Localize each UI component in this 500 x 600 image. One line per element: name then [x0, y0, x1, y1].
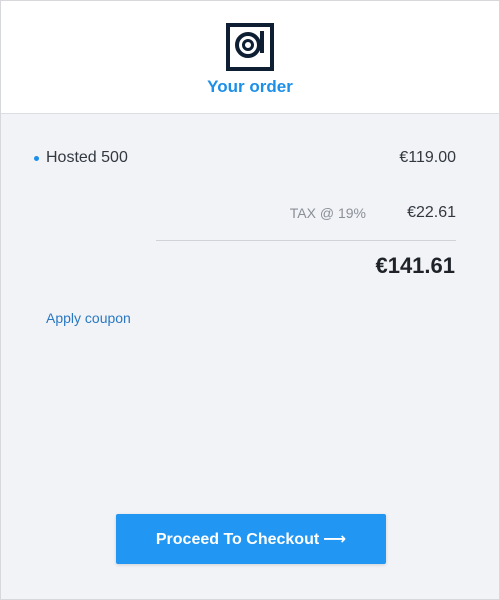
- total-divider: [156, 240, 456, 241]
- target-square-logo: [226, 23, 274, 71]
- page-title: Your order: [207, 77, 293, 96]
- bullet-icon: [34, 156, 39, 161]
- checkout-button-label: Proceed To Checkout: [155, 531, 320, 548]
- apply-coupon-link[interactable]: Apply coupon: [46, 310, 131, 326]
- proceed-to-checkout-button[interactable]: Proceed To Checkout ⟶: [116, 514, 386, 564]
- order-card: Your order Hosted 500 €119.00 TAX @ 19% …: [0, 0, 500, 600]
- item-name: Hosted 500: [46, 149, 128, 166]
- order-header: Your order: [1, 1, 499, 114]
- tax-row: TAX @ 19% €22.61: [156, 203, 456, 225]
- tax-label: TAX @ 19%: [289, 205, 366, 221]
- item-price: €119.00: [399, 149, 456, 166]
- order-line-item: Hosted 500 €119.00: [34, 148, 456, 170]
- tax-value: €22.61: [407, 204, 456, 221]
- long-arrow-right-icon: ⟶: [323, 531, 347, 548]
- order-total: €141.61: [375, 253, 455, 278]
